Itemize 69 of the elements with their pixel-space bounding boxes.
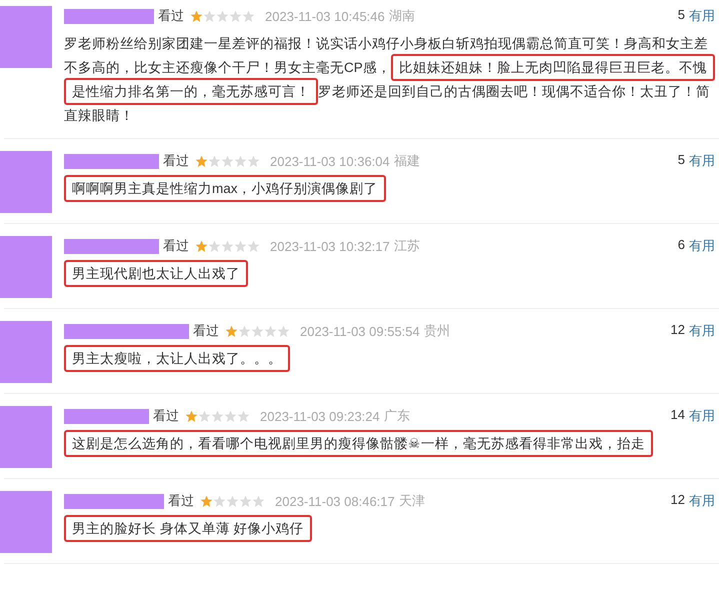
watch-status: 看过 (163, 237, 189, 255)
star-icon (225, 324, 238, 338)
avatar-redaction (0, 236, 52, 298)
avatar-redaction (0, 151, 52, 213)
star-icon (234, 154, 247, 168)
star-icon (226, 494, 239, 508)
vote-count: 5 (678, 152, 685, 169)
comment-time: 2023-11-03 09:23:24 (260, 408, 380, 424)
avatar-redaction (0, 6, 52, 68)
vote-count: 12 (670, 322, 685, 339)
useful-link[interactable]: 有用 (689, 407, 715, 425)
watch-status: 看过 (168, 492, 194, 510)
star-icon (221, 154, 234, 168)
comment-location: 江苏 (394, 237, 420, 255)
avatar-redaction (0, 321, 52, 383)
star-icon (190, 10, 203, 22)
useful-link[interactable]: 有用 (689, 492, 715, 510)
star-icon (213, 494, 226, 508)
watch-status: 看过 (153, 407, 179, 425)
star-icon (247, 240, 260, 252)
star-icon (238, 324, 251, 338)
star-icon (229, 10, 242, 22)
star-icon (224, 410, 237, 422)
comment-text: 男主现代剧也太让人出戏了 (64, 262, 719, 286)
star-icon (198, 410, 211, 422)
star-icon (208, 154, 221, 168)
comment-location: 贵州 (424, 322, 450, 340)
star-icon (211, 410, 224, 422)
comment-location: 湖南 (388, 7, 415, 25)
comment-location: 广东 (384, 407, 410, 425)
star-icon (216, 10, 229, 22)
star-icon (251, 324, 264, 338)
star-icon (200, 494, 213, 508)
useful-link[interactable]: 有用 (689, 322, 715, 340)
comment-time: 2023-11-03 09:55:54 (300, 324, 420, 338)
vote-count: 6 (678, 237, 685, 254)
star-icon (195, 154, 208, 168)
comment-location: 天津 (398, 492, 425, 510)
comment-time: 2023-11-03 10:32:17 (270, 238, 390, 254)
star-icon (277, 324, 290, 338)
watch-status: 看过 (158, 7, 184, 25)
watch-status: 看过 (163, 152, 189, 170)
star-icon (185, 410, 198, 422)
vote-count: 14 (670, 407, 685, 424)
star-icon (239, 494, 252, 508)
avatar-redaction (0, 406, 52, 468)
star-icon (203, 10, 216, 22)
comment-time: 2023-11-03 10:45:46 (265, 8, 385, 24)
star-icon (234, 240, 247, 252)
star-icon (264, 324, 277, 338)
useful-link[interactable]: 有用 (689, 152, 715, 170)
avatar-redaction (0, 491, 52, 553)
comment-text: 男主的脸好长 身体又单薄 好像小鸡仔 (64, 517, 719, 541)
comment-time: 2023-11-03 08:46:17 (275, 494, 395, 508)
star-icon (237, 410, 250, 422)
comment-location: 福建 (394, 152, 420, 170)
star-icon (221, 240, 234, 252)
star-icon (242, 10, 255, 22)
star-icon (247, 154, 260, 168)
useful-link[interactable]: 有用 (689, 7, 715, 25)
star-icon (195, 240, 208, 252)
star-icon (208, 240, 221, 252)
comment-text: 男主太瘦啦，太让人出戏了。。。 (64, 347, 719, 371)
comment-time: 2023-11-03 10:36:04 (270, 154, 390, 168)
vote-count: 5 (678, 7, 685, 24)
vote-count: 12 (670, 492, 685, 509)
star-icon (252, 494, 265, 508)
useful-link[interactable]: 有用 (689, 237, 715, 255)
watch-status: 看过 (193, 322, 219, 340)
